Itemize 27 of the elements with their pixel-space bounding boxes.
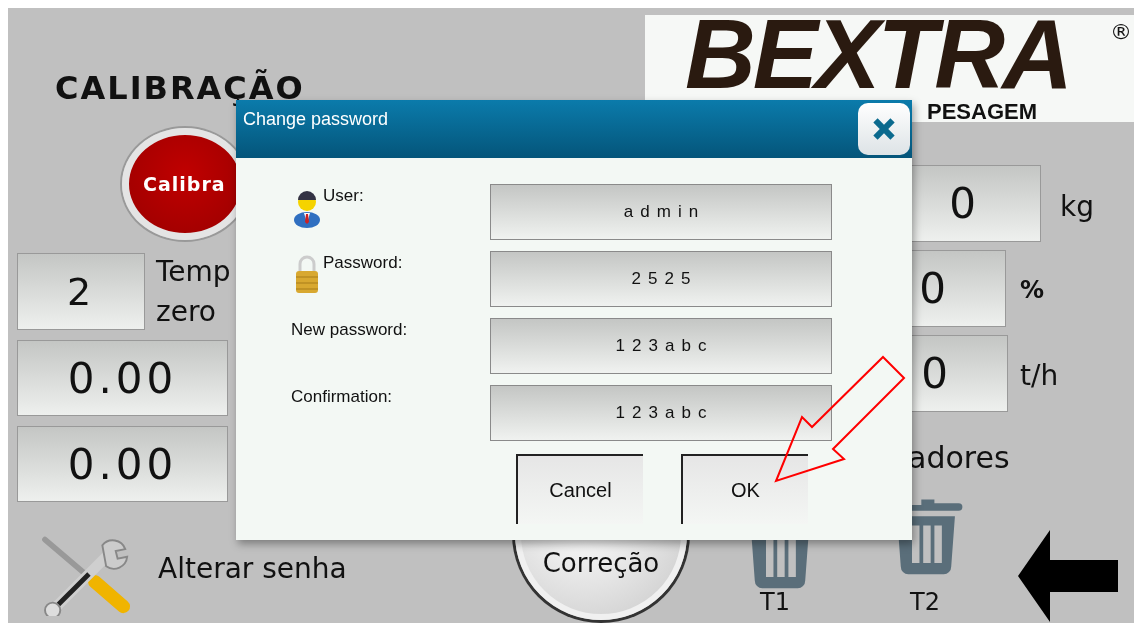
input-field[interactable]: 2525	[490, 251, 832, 307]
trash-label: T2	[910, 590, 940, 614]
field-label: Password:	[323, 253, 403, 273]
input-field[interactable]: 123abc	[490, 318, 832, 374]
field-label: New password:	[291, 320, 408, 340]
unit-label: t/h	[1020, 362, 1059, 390]
zero-time-label: Temp	[156, 258, 231, 286]
unit-label: %	[1020, 278, 1045, 302]
reading-field: 0.00	[17, 340, 228, 416]
reading-field: 0.00	[17, 426, 228, 502]
dialog-title: Change password	[243, 109, 389, 130]
lock-icon	[293, 253, 321, 295]
field-label: User:	[323, 186, 364, 206]
registered-mark: ®	[1110, 19, 1132, 44]
close-button[interactable]	[858, 103, 910, 155]
zero-time-label: zero	[156, 298, 216, 326]
back-arrow-icon[interactable]	[1018, 530, 1118, 622]
change-password-label[interactable]: Alterar senha	[158, 554, 347, 585]
input-field[interactable]: admin	[490, 184, 832, 240]
zero-time-field[interactable]: 2	[17, 253, 145, 330]
input-field[interactable]: 123abc	[490, 385, 832, 441]
unit-label: kg	[1060, 193, 1094, 221]
totalizers-label: adores	[908, 443, 1010, 473]
ok-button[interactable]: OK	[681, 454, 808, 524]
field-label: Confirmation:	[291, 387, 393, 407]
cancel-button[interactable]: Cancel	[516, 454, 643, 524]
trash-label: T1	[760, 590, 790, 614]
